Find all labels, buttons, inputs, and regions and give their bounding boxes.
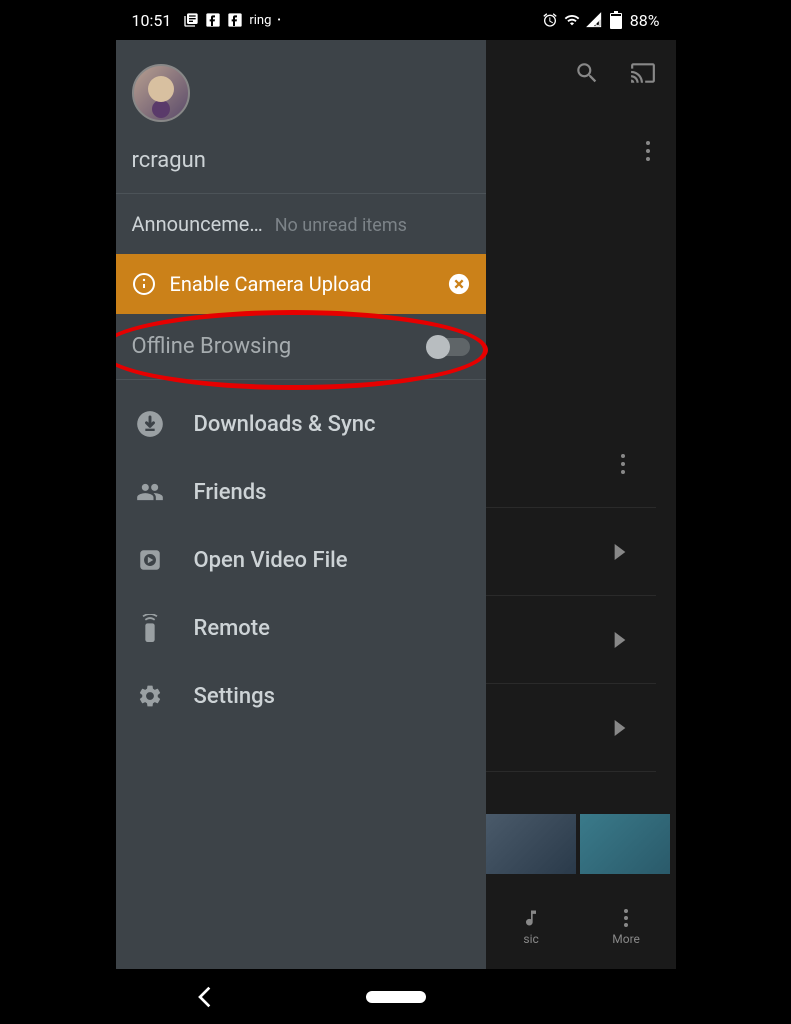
bg-list-item-3[interactable] bbox=[486, 596, 656, 684]
offline-label: Offline Browsing bbox=[132, 334, 292, 359]
username: rcragun bbox=[132, 148, 470, 173]
chevron-right-icon bbox=[614, 720, 626, 736]
chevron-right-icon bbox=[614, 632, 626, 648]
home-pill[interactable] bbox=[366, 991, 426, 1003]
status-bar: 10:51 ring • bbox=[116, 0, 676, 40]
menu-remote-label: Remote bbox=[194, 616, 270, 641]
announcements-row[interactable]: Announceme… No unread items bbox=[116, 193, 486, 254]
offline-toggle[interactable] bbox=[428, 338, 470, 356]
bg-list-item-1[interactable] bbox=[486, 420, 656, 508]
nav-music[interactable]: sic bbox=[521, 908, 541, 946]
announcements-label: Announceme… bbox=[132, 212, 263, 236]
bottom-nav: sic More bbox=[486, 884, 676, 969]
gear-icon bbox=[136, 682, 164, 710]
more-vert-icon-2[interactable] bbox=[620, 453, 626, 475]
close-icon[interactable] bbox=[448, 273, 470, 295]
search-icon[interactable] bbox=[574, 60, 600, 86]
video-file-icon bbox=[136, 546, 164, 574]
alarm-icon bbox=[542, 12, 558, 28]
menu-settings[interactable]: Settings bbox=[116, 662, 486, 730]
friends-icon bbox=[136, 478, 164, 506]
status-right: 88% bbox=[542, 11, 660, 30]
phone-screen: 10:51 ring • bbox=[116, 0, 676, 1024]
announcements-status: No unread items bbox=[275, 215, 407, 236]
nav-more[interactable]: More bbox=[612, 908, 640, 946]
battery-icon bbox=[608, 12, 624, 28]
cast-icon[interactable] bbox=[630, 60, 656, 86]
navigation-drawer: rcragun Announceme… No unread items Enab… bbox=[116, 40, 486, 969]
menu-friends[interactable]: Friends bbox=[116, 458, 486, 526]
menu-remote[interactable]: Remote bbox=[116, 594, 486, 662]
notification-icons: ring • bbox=[183, 12, 280, 28]
offline-browsing-row[interactable]: Offline Browsing bbox=[116, 314, 486, 380]
nav-music-label: sic bbox=[523, 932, 538, 946]
system-nav-bar bbox=[116, 969, 676, 1024]
facebook-icon bbox=[205, 12, 221, 28]
menu-friends-label: Friends bbox=[194, 480, 267, 505]
bg-top-icons bbox=[574, 60, 656, 86]
menu-downloads-label: Downloads & Sync bbox=[194, 412, 376, 437]
menu-open-video[interactable]: Open Video File bbox=[116, 526, 486, 594]
status-left: 10:51 ring • bbox=[132, 11, 281, 30]
facebook-icon-2 bbox=[227, 12, 243, 28]
dot-icon: • bbox=[277, 15, 280, 26]
drawer-header: rcragun bbox=[116, 40, 486, 193]
camera-upload-banner[interactable]: Enable Camera Upload bbox=[116, 254, 486, 314]
bg-list-item-2[interactable] bbox=[486, 508, 656, 596]
info-icon bbox=[132, 272, 156, 296]
back-button[interactable] bbox=[196, 985, 212, 1009]
menu-downloads[interactable]: Downloads & Sync bbox=[116, 390, 486, 458]
menu-settings-label: Settings bbox=[194, 684, 275, 709]
remote-icon bbox=[136, 614, 164, 642]
thumbnail-2[interactable] bbox=[580, 814, 670, 874]
bg-list bbox=[486, 420, 656, 772]
download-icon bbox=[136, 410, 164, 438]
more-vert-icon-1[interactable] bbox=[645, 140, 651, 162]
status-time: 10:51 bbox=[132, 11, 172, 30]
content-area: sic More rcragun Announceme… No unread i… bbox=[116, 40, 676, 969]
wifi-icon bbox=[564, 12, 580, 28]
book-icon bbox=[183, 12, 199, 28]
avatar[interactable] bbox=[132, 64, 190, 122]
menu-list: Downloads & Sync Friends Open Video File bbox=[116, 380, 486, 740]
camera-upload-label: Enable Camera Upload bbox=[170, 272, 372, 296]
ring-label: ring bbox=[249, 13, 271, 28]
nav-more-label: More bbox=[612, 932, 640, 946]
battery-percent: 88% bbox=[630, 11, 660, 30]
bg-list-item-4[interactable] bbox=[486, 684, 656, 772]
signal-icon bbox=[586, 12, 602, 28]
menu-open-video-label: Open Video File bbox=[194, 548, 348, 573]
chevron-right-icon bbox=[614, 544, 626, 560]
toggle-knob bbox=[426, 335, 450, 359]
bg-thumbnails bbox=[486, 814, 676, 874]
thumbnail-1[interactable] bbox=[486, 814, 576, 874]
